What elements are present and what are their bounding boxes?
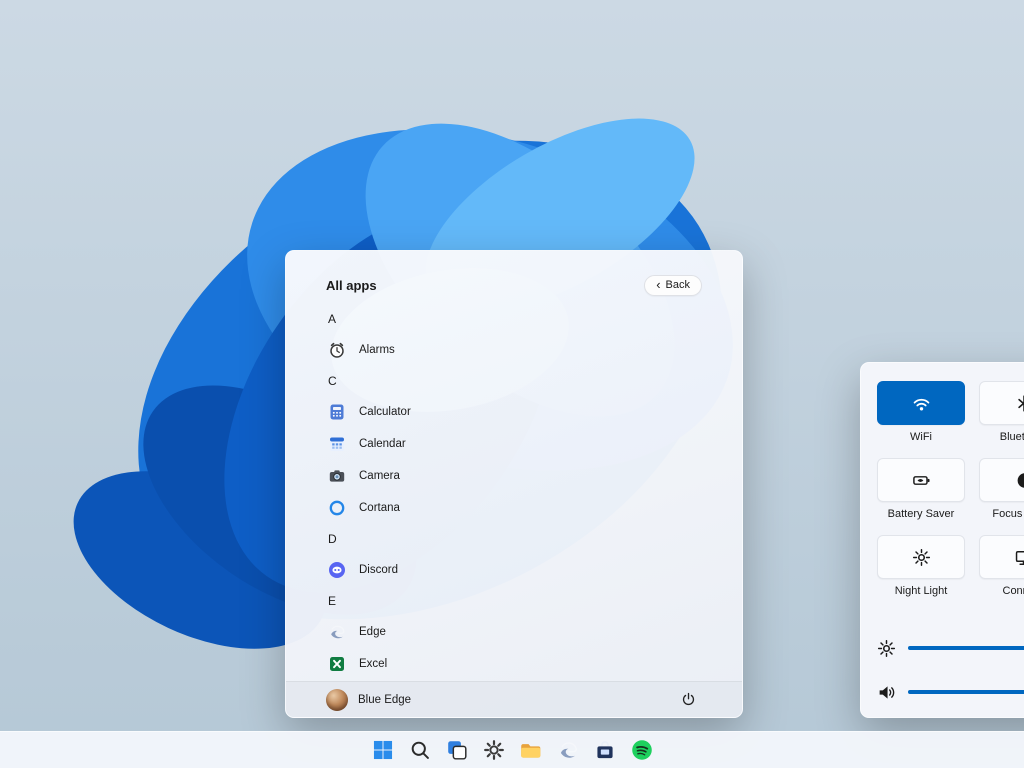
start-menu-all-apps: All apps ‹ Back A Alarms C Calculator Ca… [285,250,743,718]
quick-settings-grid: WiFi Bluetooth Battery Saver Focus assis… [877,381,1024,598]
excel-icon [328,655,346,673]
back-button[interactable]: ‹ Back [644,275,702,296]
app-label: Edge [359,626,386,638]
volume-track[interactable] [908,690,1024,694]
app-label: Calculator [359,406,411,418]
camera-icon [328,467,346,485]
bluetooth-tile[interactable] [979,381,1024,425]
volume-icon [877,683,896,702]
connect-label: Connect [1003,585,1024,598]
wifi-tile[interactable] [877,381,965,425]
all-apps-list: A Alarms C Calculator Calendar Camera Co… [286,304,742,681]
app-list-item-calendar[interactable]: Calendar [326,428,702,460]
store-icon [594,739,616,761]
app-list-item-alarms[interactable]: Alarms [326,334,702,366]
calculator-icon [328,403,346,421]
wifi-label: WiFi [910,431,932,444]
taskbar [0,731,1024,768]
app-list-item-calculator[interactable]: Calculator [326,396,702,428]
app-list-item-edge[interactable]: Edge [326,616,702,648]
volume-slider[interactable] [877,670,1024,714]
file-explorer-icon [520,739,542,761]
night-light-tile[interactable] [877,535,965,579]
power-icon [681,692,696,707]
connect-tile[interactable] [979,535,1024,579]
edge-icon [328,623,346,641]
focus-assist-label: Focus assist [992,508,1024,521]
app-label: Calendar [359,438,406,450]
app-list-letter-e[interactable]: E [326,586,702,616]
night-light-icon [912,548,931,567]
quick-settings-panel: WiFi Bluetooth Battery Saver Focus assis… [860,362,1024,718]
app-list-item-camera[interactable]: Camera [326,460,702,492]
taskbar-task-view-button[interactable] [443,736,471,764]
edge-icon [557,739,579,761]
user-profile-button[interactable]: Blue Edge [326,689,411,711]
discord-icon [328,561,346,579]
chevron-left-icon: ‹ [656,280,660,290]
cortana-icon [328,499,346,517]
app-label: Discord [359,564,398,576]
wifi-icon [912,394,931,413]
brightness-slider[interactable] [877,626,1024,670]
app-list-letter-c[interactable]: C [326,366,702,396]
battery-saver-label: Battery Saver [888,508,955,521]
start-menu-header: All apps ‹ Back [286,251,742,304]
battery-saver-icon [912,471,931,490]
task-view-icon [446,739,468,761]
battery-saver-tile[interactable] [877,458,965,502]
search-icon [409,739,431,761]
taskbar-file-explorer-button[interactable] [517,736,545,764]
bluetooth-label: Bluetooth [1000,431,1024,444]
start-menu-footer: Blue Edge [286,681,742,717]
app-list-letter-a[interactable]: A [326,304,702,334]
app-label: Camera [359,470,400,482]
settings-gear-icon [483,739,505,761]
app-label: Excel [359,658,387,670]
user-name: Blue Edge [358,694,411,706]
focus-assist-tile[interactable] [979,458,1024,502]
app-label: Alarms [359,344,395,356]
app-list-item-excel[interactable]: Excel [326,648,702,680]
focus-assist-icon [1014,471,1024,490]
spotify-icon [631,739,653,761]
quick-settings-sliders [877,626,1024,714]
power-button[interactable] [674,686,702,714]
avatar [326,689,348,711]
taskbar-settings-button[interactable] [480,736,508,764]
calendar-icon [328,435,346,453]
taskbar-start-button[interactable] [369,736,397,764]
taskbar-search-button[interactable] [406,736,434,764]
app-list-item-discord[interactable]: Discord [326,554,702,586]
taskbar-spotify-button[interactable] [628,736,656,764]
alarms-icon [328,341,346,359]
taskbar-edge-button[interactable] [554,736,582,764]
night-light-label: Night Light [895,585,948,598]
connect-icon [1014,548,1024,567]
brightness-icon [877,639,896,658]
back-button-label: Back [666,279,690,291]
app-list-letter-d[interactable]: D [326,524,702,554]
app-label: Cortana [359,502,400,514]
windows-start-icon [372,739,394,761]
taskbar-store-button[interactable] [591,736,619,764]
app-list-item-cortana[interactable]: Cortana [326,492,702,524]
brightness-track[interactable] [908,646,1024,650]
page-title: All apps [326,278,377,293]
bluetooth-icon [1014,394,1024,413]
